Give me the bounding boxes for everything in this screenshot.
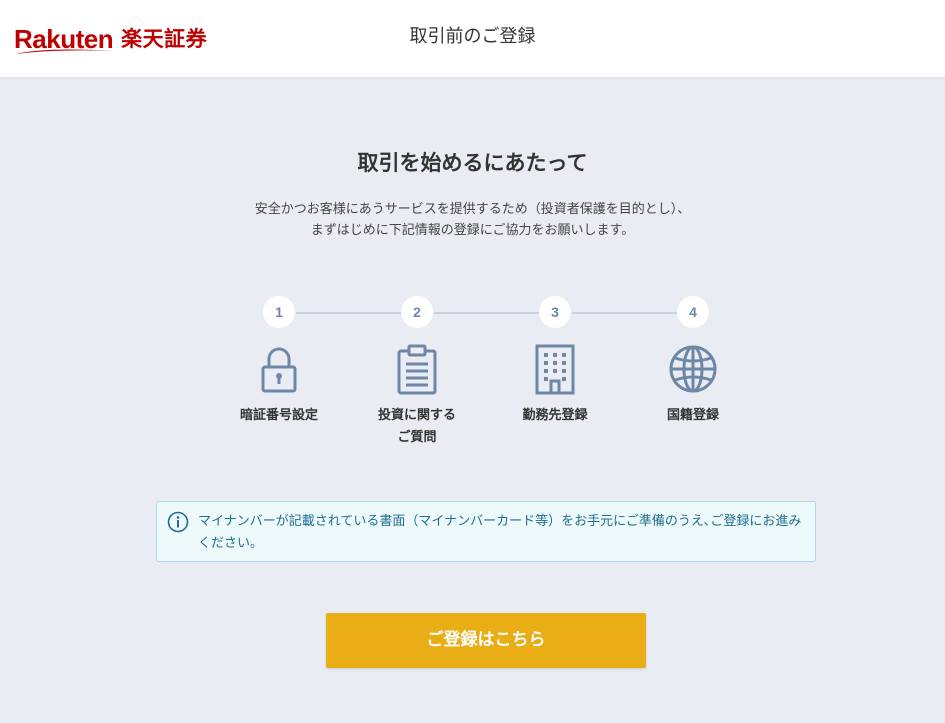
step-label-1: 暗証番号設定 (214, 405, 344, 427)
page-title: 取引を始めるにあたって (357, 151, 588, 175)
step-connector (572, 312, 678, 314)
step-label-2: 投資に関する ご質問 (352, 405, 482, 449)
step-number-2: 2 (401, 296, 433, 328)
my-number-notice: マイナンバーが記載されている書面（マイナンバーカード等）をお手元にご準備のうえ､… (156, 501, 816, 562)
step-label-line: ご質問 (397, 430, 437, 445)
intro-line: 安全かつお客様にあうサービスを提供するため（投資者保護を目的とし）、 (254, 202, 691, 217)
step-number-4: 4 (677, 296, 709, 328)
step-label-3: 勤務先登録 (490, 405, 620, 427)
step-label-4: 国籍登録 (628, 405, 758, 427)
intro-text: 安全かつお客様にあうサービスを提供するため（投資者保護を目的とし）、 まずはじめ… (0, 199, 945, 241)
intro-line: まずはじめに下記情報の登録にご協力をお願いします。 (310, 223, 635, 238)
lock-icon (261, 347, 297, 393)
step-label-line: 国籍登録 (666, 408, 719, 423)
step-label-line: 投資に関する (377, 408, 456, 423)
info-icon (167, 511, 189, 533)
page-header-title: 取引前のご登録 (409, 26, 536, 47)
notice-text: マイナンバーが記載されている書面（マイナンバーカード等）をお手元にご準備のうえ､… (198, 514, 802, 551)
clipboard-icon (397, 344, 437, 395)
register-button[interactable]: ご登録はこちら (326, 613, 646, 668)
header: Rakuten 楽天証券 取引前のご登録 (0, 0, 945, 78)
step-number-1: 1 (263, 296, 295, 328)
step-label-line: 勤務先登録 (522, 408, 588, 423)
step-connector (296, 312, 402, 314)
step-number-3: 3 (539, 296, 571, 328)
step-label-line: 暗証番号設定 (239, 408, 318, 423)
globe-icon (669, 345, 717, 393)
step-connector (434, 312, 540, 314)
building-icon (535, 344, 575, 395)
